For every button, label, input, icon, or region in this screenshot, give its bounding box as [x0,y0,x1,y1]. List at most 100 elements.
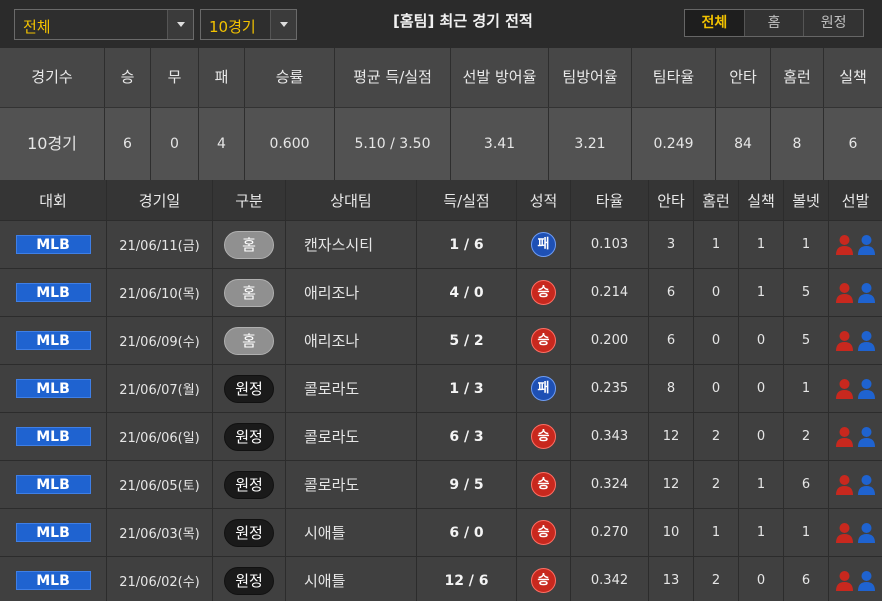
venue-cell: 홈 [213,269,286,316]
summary-header-cell: 패 [199,48,245,107]
date-cell: 21/06/03(목) [107,509,213,556]
date-cell: 21/06/11(금) [107,221,213,268]
game-list: 대회 경기일 구분 상대팀 득/실점 성적 타율 안타 홈런 실책 볼넷 선발 MLB 21/06/11… [0,180,882,601]
errors-cell: 0 [739,413,784,460]
scope-select-arrow[interactable] [167,10,193,39]
game-list-header-row: 대회 경기일 구분 상대팀 득/실점 성적 타율 안타 홈런 실책 볼넷 선발 [0,180,882,220]
score-cell: 1 / 3 [417,365,517,412]
avg-cell: 0.214 [571,269,649,316]
league-badge: MLB [15,427,91,446]
summary-value-cell: 3.41 [451,108,549,180]
red-person-icon[interactable] [835,570,854,592]
result-badge: 승 [531,472,556,497]
blue-person-icon[interactable] [857,426,876,448]
score-cell: 6 / 0 [417,509,517,556]
opponent-cell[interactable]: 애리조나 [286,317,417,364]
league-cell: MLB [0,557,107,601]
hr-cell: 1 [694,509,739,556]
venue-badge: 원정 [224,518,274,547]
league-badge: MLB [15,283,91,302]
tab-away[interactable]: 원정 [803,10,863,36]
avg-cell: 0.270 [571,509,649,556]
venue-cell: 원정 [213,413,286,460]
starter-icons [835,282,876,304]
venue-badge: 홈 [224,326,274,355]
starter-icons [835,330,876,352]
summary-value-cell: 6 [105,108,151,180]
walks-cell: 1 [784,509,829,556]
opponent-cell[interactable]: 시애틀 [286,509,417,556]
blue-person-icon[interactable] [857,234,876,256]
count-select[interactable]: 10경기 [200,9,297,40]
blue-person-icon[interactable] [857,570,876,592]
red-person-icon[interactable] [835,234,854,256]
hits-cell: 6 [649,317,694,364]
opponent-cell[interactable]: 콜로라도 [286,461,417,508]
red-person-icon[interactable] [835,378,854,400]
count-select-arrow[interactable] [270,10,296,39]
table-row: MLB 21/06/03(목) 원정 시애틀 6 / 0 승 0.270 10 1 1 1 [0,508,882,556]
scope-select-value: 전체 [23,18,51,36]
blue-person-icon[interactable] [857,378,876,400]
opponent-cell[interactable]: 콜로라도 [286,365,417,412]
red-person-icon[interactable] [835,522,854,544]
red-person-icon[interactable] [835,330,854,352]
blue-person-icon[interactable] [857,282,876,304]
result-cell: 패 [517,365,571,412]
summary-header-cell: 경기수 [0,48,105,107]
red-person-icon[interactable] [835,426,854,448]
starter-cell [829,413,882,460]
summary-header-cell: 안타 [716,48,771,107]
chevron-down-icon [280,22,288,27]
hr-cell: 0 [694,269,739,316]
summary-table: 경기수 승 무 패 승률 평균 득/실점 선발 방어율 팀방어율 팀타율 안타 홈런 실책 10경기 6… [0,48,882,180]
game-list-header-cell: 성적 [517,180,571,220]
blue-person-icon[interactable] [857,330,876,352]
starter-cell [829,269,882,316]
score-cell: 6 / 3 [417,413,517,460]
starter-cell [829,317,882,364]
avg-cell: 0.200 [571,317,649,364]
chevron-down-icon [177,22,185,27]
game-list-header-cell: 홈런 [694,180,739,220]
walks-cell: 2 [784,413,829,460]
date-cell: 21/06/02(수) [107,557,213,601]
result-cell: 승 [517,461,571,508]
tab-all[interactable]: 전체 [685,10,744,36]
hits-cell: 13 [649,557,694,601]
summary-header-cell: 승률 [245,48,335,107]
blue-person-icon[interactable] [857,522,876,544]
starter-icons [835,234,876,256]
table-row: MLB 21/06/07(월) 원정 콜로라도 1 / 3 패 0.235 8 0 0 1 [0,364,882,412]
result-cell: 승 [517,509,571,556]
opponent-cell[interactable]: 애리조나 [286,269,417,316]
hr-cell: 2 [694,557,739,601]
summary-value-cell: 8 [771,108,824,180]
opponent-cell[interactable]: 시애틀 [286,557,417,601]
tab-home[interactable]: 홈 [743,10,804,36]
league-badge: MLB [15,523,91,542]
table-row: MLB 21/06/10(목) 홈 애리조나 4 / 0 승 0.214 6 0 1 5 [0,268,882,316]
count-select-value: 10경기 [209,18,256,36]
summary-header-cell: 팀방어율 [549,48,632,107]
summary-value-cell: 5.10 / 3.50 [335,108,451,180]
league-badge: MLB [15,331,91,350]
venue-badge: 원정 [224,470,274,499]
game-list-header-cell: 선발 [841,191,870,210]
hr-cell: 0 [694,317,739,364]
date-cell: 21/06/07(월) [107,365,213,412]
red-person-icon[interactable] [835,282,854,304]
result-badge: 승 [531,280,556,305]
summary-header-cell: 승 [105,48,151,107]
blue-person-icon[interactable] [857,474,876,496]
summary-value-cell: 0 [151,108,199,180]
opponent-cell[interactable]: 캔자스시티 [286,221,417,268]
opponent-cell[interactable]: 콜로라도 [286,413,417,460]
date-cell: 21/06/10(목) [107,269,213,316]
scope-select[interactable]: 전체 [14,9,194,40]
red-person-icon[interactable] [835,474,854,496]
hits-cell: 10 [649,509,694,556]
top-bar: 전체 10경기 [홈팀] 최근 경기 전적 전체 홈 원정 [0,0,882,48]
table-row: MLB 21/06/05(토) 원정 콜로라도 9 / 5 승 0.324 12 2 1 6 [0,460,882,508]
walks-cell: 5 [784,317,829,364]
